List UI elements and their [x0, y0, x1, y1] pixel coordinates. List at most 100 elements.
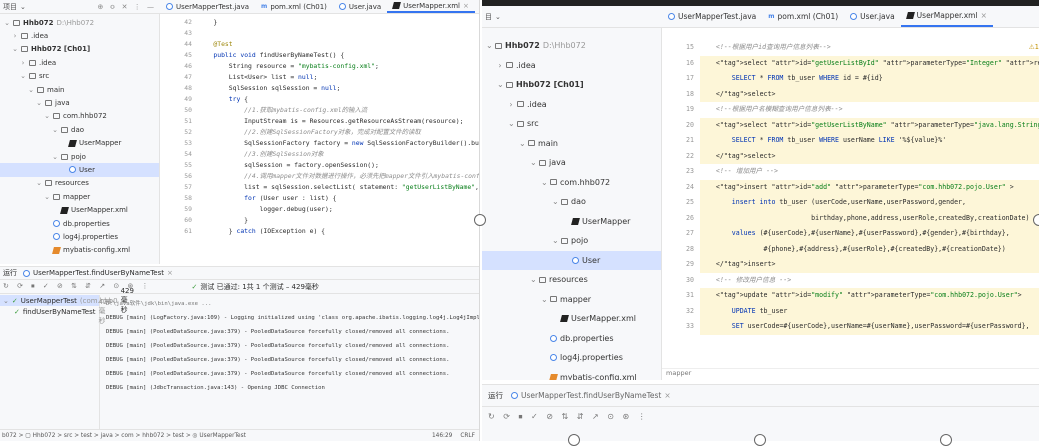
chevron-icon[interactable]: ⌄ — [541, 295, 548, 304]
tree-item[interactable]: ⌄ main — [0, 83, 159, 96]
tree-item[interactable]: db.properties — [482, 329, 661, 349]
editor-tab[interactable]: User.java — [333, 0, 387, 13]
close-icon[interactable]: × — [463, 2, 469, 10]
right-project-header[interactable]: 目 ⌄ — [482, 6, 662, 27]
chevron-icon[interactable]: ⌄ — [519, 139, 526, 148]
code-line[interactable]: birthday,phone,address,userRole,createdB… — [700, 210, 1039, 226]
code-line[interactable]: <"tag">select "attr">id="getUserListByNa… — [700, 117, 1039, 133]
code-line[interactable]: SELECT * FROM tb_user WHERE userName LIK… — [700, 133, 1039, 149]
editor-tab[interactable]: UserMapper.xml × — [900, 6, 993, 27]
tree-item[interactable]: ⌄ Hhb072 D:\Hhb072 — [0, 16, 159, 29]
tree-item[interactable]: ⌄ com.hhb072 — [0, 110, 159, 123]
tree-item[interactable]: ⌄ pojo — [482, 231, 661, 251]
run-console-output[interactable]: D:\java软件\jdk\bin\java.exe ... DEBUG [mai… — [106, 297, 479, 429]
close-icon[interactable]: × — [981, 11, 987, 20]
code-line[interactable]: //1.获取mybatis-config.xml的输入流 — [198, 105, 479, 116]
chevron-icon[interactable]: ⌄ — [36, 179, 42, 187]
code-line[interactable]: <!-- 增加用户 --> — [700, 164, 1039, 180]
code-line[interactable]: public void findUserByNameTest() { — [198, 50, 479, 61]
resize-handle-bottom[interactable] — [754, 434, 766, 446]
chevron-icon[interactable]: › — [497, 61, 503, 70]
resize-handle-bottom-right[interactable] — [940, 434, 952, 446]
chevron-icon[interactable]: ⌄ — [28, 86, 34, 94]
chevron-icon[interactable]: › — [12, 32, 18, 40]
tree-item[interactable]: ⌄ src — [482, 114, 661, 134]
editor-tab[interactable]: UserMapperTest.java — [662, 6, 762, 27]
chevron-down-icon[interactable]: ⌄ — [495, 13, 501, 21]
right-code-editor[interactable]: 15 16 17 18 19 20 21 22 23 24 25 26 27 28 29 30 31 32 33 <… — [662, 40, 1039, 368]
code-line[interactable]: InputStream is = Resources.getResourceAs… — [198, 116, 479, 127]
tree-item[interactable]: › .idea — [0, 56, 159, 69]
test-suite-row[interactable]: ⌄ ✓ UserMapperTest (com.hhb0 429毫秒 — [0, 287, 134, 314]
code-line[interactable]: String resource = "mybatis-config.xml"; — [198, 61, 479, 72]
editor-breadcrumb[interactable]: mapper — [662, 368, 1039, 380]
tree-item[interactable]: ⌄ Hhb072 [Ch01] — [482, 75, 661, 95]
line-separator[interactable]: CRLF — [460, 433, 475, 439]
chevron-icon[interactable]: ⌄ — [52, 153, 58, 161]
editor-tab[interactable]: m pom.xml (Ch01) — [255, 0, 333, 13]
run-toolbar-icons[interactable]: ↻ ⟳ ⏹ ✓ ⊘ ⇅ ⇵ ↗ ⊙ ⊛ ⋮ — [488, 412, 649, 422]
code-line[interactable]: } catch (IOException e) { — [198, 226, 479, 237]
chevron-icon[interactable]: ⌄ — [508, 119, 515, 128]
chevron-icon[interactable]: ⌄ — [552, 236, 559, 245]
tree-item[interactable]: › .idea — [0, 29, 159, 42]
chevron-icon[interactable]: ⌄ — [52, 126, 58, 134]
tree-item[interactable]: db.properties — [0, 217, 159, 230]
tree-item[interactable]: UserMapper — [482, 212, 661, 232]
resize-handle-left[interactable] — [474, 214, 486, 226]
tree-item[interactable]: › .idea — [482, 56, 661, 76]
tree-item[interactable]: ⌄ mapper — [482, 290, 661, 310]
chevron-down-icon[interactable]: ⌄ — [20, 3, 26, 11]
code-line[interactable]: //4.调用mapper文件对数据进行操作，必须先把mapper文件引入myba… — [198, 171, 479, 182]
code-line[interactable]: SET userCode=#{userCode},userName=#{user… — [700, 319, 1039, 335]
tree-item[interactable]: ⌄ resources — [482, 270, 661, 290]
chevron-icon[interactable]: ⌄ — [486, 41, 493, 50]
editor-tab[interactable]: User.java — [844, 6, 901, 27]
code-line[interactable]: <"tag">select "attr">id="getUserListById… — [700, 55, 1039, 71]
code-line[interactable]: } — [198, 215, 479, 226]
tree-item[interactable]: ⌄ dao — [0, 123, 159, 136]
tree-item[interactable]: UserMapper.xml — [482, 309, 661, 329]
chevron-icon[interactable]: › — [20, 59, 26, 67]
chevron-icon[interactable]: ⌄ — [552, 197, 559, 206]
code-line[interactable]: values (#{userCode},#{userName},#{userPa… — [700, 226, 1039, 242]
code-line[interactable]: list = sqlSession.selectList( statement:… — [198, 182, 479, 193]
tree-item[interactable]: UserMapper — [0, 137, 159, 150]
run-config-tab[interactable]: UserMapperTest.findUserByNameTest × — [23, 269, 173, 277]
code-line[interactable]: UPDATE tb_user — [700, 303, 1039, 319]
chevron-icon[interactable]: ⌄ — [530, 275, 537, 284]
chevron-icon[interactable]: ⌄ — [20, 72, 26, 80]
tree-item[interactable]: mybatis-config.xml — [482, 368, 661, 380]
tree-item[interactable]: ⌄ java — [482, 153, 661, 173]
tree-item[interactable]: ⌄ java — [0, 96, 159, 109]
tree-item[interactable]: ⌄ Hhb072 D:\Hhb072 — [482, 36, 661, 56]
code-line[interactable]: <!-- 修改用户信息 --> — [700, 273, 1039, 289]
editor-tab[interactable]: UserMapper.xml × — [387, 0, 475, 13]
close-icon[interactable]: × — [664, 391, 670, 400]
tree-item[interactable]: ⌄ resources — [0, 177, 159, 190]
resize-handle-bottom-left[interactable] — [568, 434, 580, 446]
tree-item[interactable]: ⌄ Hhb072 [Ch01] — [0, 43, 159, 56]
tree-item[interactable]: log4j.properties — [482, 348, 661, 368]
code-line[interactable]: <!--根据用户id查询用户信息列表--> — [700, 40, 1039, 56]
chevron-icon[interactable]: ⌄ — [4, 19, 10, 27]
left-project-header[interactable]: 项目 ⌄ ⊕ ≎ ✕ ⋮ — — [0, 0, 160, 13]
code-line[interactable]: <"tag">update "attr">id="modify" "attr">… — [700, 288, 1039, 304]
tree-item[interactable]: UserMapper.xml — [0, 203, 159, 216]
tree-item[interactable]: ⌄ src — [0, 70, 159, 83]
code-line[interactable]: //3.创建SqlSession对象 — [198, 149, 479, 160]
chevron-icon[interactable]: ⌄ — [36, 99, 42, 107]
chevron-icon[interactable]: ⌄ — [44, 193, 50, 201]
cursor-position[interactable]: 146:29 — [432, 433, 452, 439]
code-line[interactable]: @Test — [198, 39, 479, 50]
tree-item[interactable]: ⌄ mapper — [0, 190, 159, 203]
tree-item[interactable]: User — [0, 163, 159, 177]
code-line[interactable]: #{phone},#{address},#{userRole},#{create… — [700, 241, 1039, 257]
code-line[interactable] — [198, 28, 479, 39]
code-line[interactable]: <"tag">insert "attr">id="add" "attr">par… — [700, 179, 1039, 195]
editor-tab[interactable]: m pom.xml (Ch01) — [762, 6, 844, 27]
code-line[interactable]: SELECT * FROM tb_user WHERE id = #{id} — [700, 71, 1039, 87]
code-line[interactable]: try { — [198, 94, 479, 105]
code-line[interactable]: SqlSessionFactory factory = new SqlSessi… — [198, 138, 479, 149]
code-line[interactable]: for (User user : list) { — [198, 193, 479, 204]
